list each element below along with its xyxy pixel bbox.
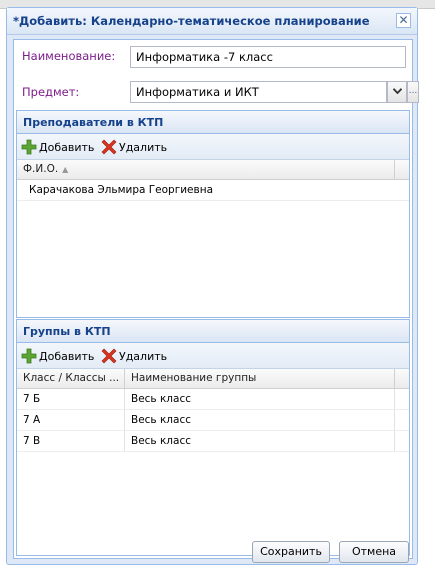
class-cell: 7 А <box>17 410 125 430</box>
subject-select-button[interactable]: ... <box>407 81 419 103</box>
chevron-down-icon <box>392 88 402 95</box>
teachers-toolbar: Добавить Удалить <box>17 134 409 160</box>
groups-panel: Группы в КТП Добавить Удалить Класс / Кл… <box>16 319 410 556</box>
name-label: Наименование: <box>22 49 116 63</box>
table-row[interactable]: Карачакова Эльмира Георгиевна <box>17 180 409 201</box>
class-cell: 7 Б <box>17 389 125 409</box>
table-row[interactable]: 7 В Весь класс <box>17 431 409 452</box>
ellipsis-icon: ... <box>408 86 418 96</box>
dialog-title-bar[interactable]: *Добавить: Календарно-тематическое плани… <box>7 8 417 35</box>
sort-asc-icon: ▲ <box>62 165 69 174</box>
groups-delete-button[interactable]: Удалить <box>101 347 167 365</box>
close-button[interactable]: ✕ <box>396 13 411 28</box>
teachers-delete-button[interactable]: Удалить <box>101 138 167 156</box>
groups-toolbar: Добавить Удалить <box>17 343 409 369</box>
add-icon <box>21 348 37 364</box>
cancel-button[interactable]: Отмена <box>339 541 409 563</box>
add-icon <box>21 139 37 155</box>
column-header-fio[interactable]: Ф.И.О. ▲ <box>17 160 395 179</box>
subject-combo[interactable]: Информатика и ИКТ <box>130 81 387 103</box>
group-name-cell: Весь класс <box>125 389 395 409</box>
teachers-delete-label: Удалить <box>119 140 168 154</box>
teachers-panel: Преподаватели в КТП Добавить Удалить Ф.И… <box>16 110 410 318</box>
subject-dropdown-trigger[interactable] <box>387 81 407 103</box>
delete-icon <box>101 348 117 364</box>
groups-add-button[interactable]: Добавить <box>21 347 94 365</box>
teacher-fio-cell: Карачакова Эльмира Георгиевна <box>29 184 214 196</box>
close-icon: ✕ <box>398 13 409 27</box>
subject-label: Предмет: <box>22 85 80 99</box>
teachers-grid-header: Ф.И.О. ▲ <box>17 160 409 180</box>
column-header-fio-label: Ф.И.О. <box>23 163 59 175</box>
groups-grid-header: Класс / Классы ... Наименование группы <box>17 369 409 389</box>
dialog-title: *Добавить: Календарно-тематическое плани… <box>13 14 370 28</box>
groups-add-label: Добавить <box>39 349 95 363</box>
group-name-cell: Весь класс <box>125 431 395 451</box>
group-name-cell: Весь класс <box>125 410 395 430</box>
table-row[interactable]: 7 А Весь класс <box>17 410 409 431</box>
groups-panel-title: Группы в КТП <box>17 320 409 343</box>
teachers-add-label: Добавить <box>39 140 95 154</box>
save-button[interactable]: Сохранить <box>252 541 330 563</box>
column-header-group-name[interactable]: Наименование группы <box>125 369 395 388</box>
table-row[interactable]: 7 Б Весь класс <box>17 389 409 410</box>
groups-delete-label: Удалить <box>119 349 168 363</box>
class-cell: 7 В <box>17 431 125 451</box>
teachers-add-button[interactable]: Добавить <box>21 138 94 156</box>
form-area: Наименование: Информатика -7 класс Предм… <box>13 39 419 559</box>
delete-icon <box>101 139 117 155</box>
name-input[interactable]: Информатика -7 класс <box>130 46 406 68</box>
dialog-window: *Добавить: Календарно-тематическое плани… <box>6 7 419 565</box>
teachers-panel-title: Преподаватели в КТП <box>17 111 409 134</box>
column-header-class[interactable]: Класс / Классы ... <box>17 369 125 388</box>
